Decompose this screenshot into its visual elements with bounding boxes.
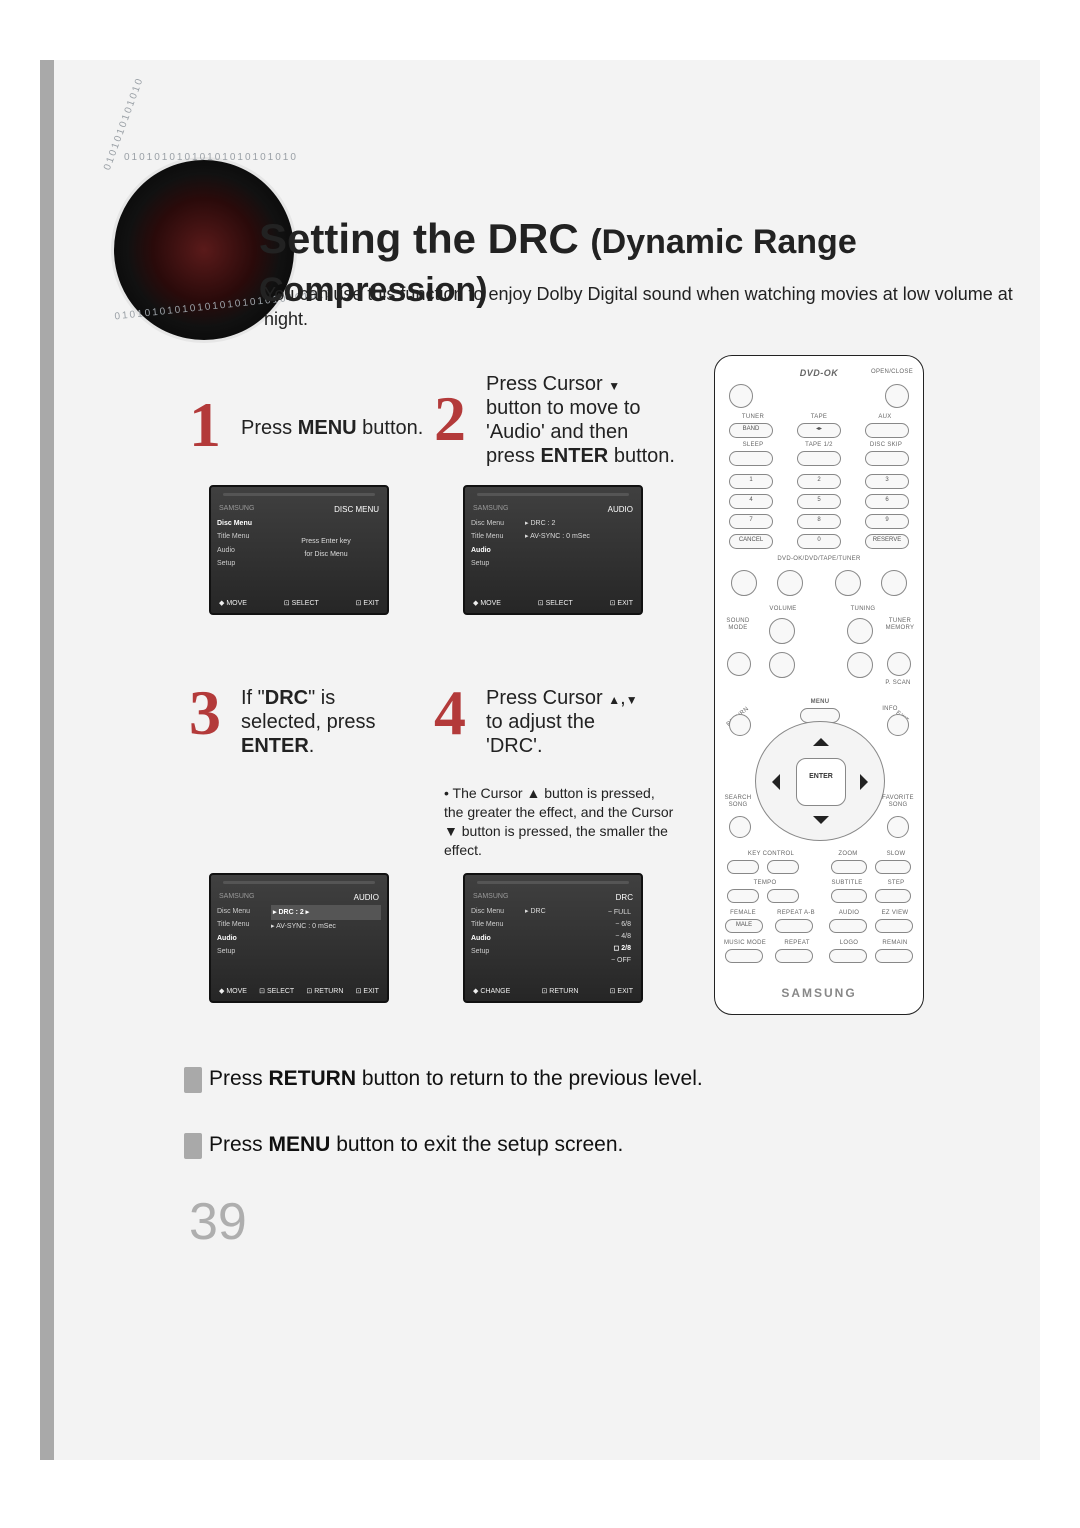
audio-button[interactable]	[829, 919, 867, 933]
step-number: 3	[189, 676, 221, 750]
favorite-song-button[interactable]	[887, 816, 909, 838]
transport-section-label: DVD-OK/DVD/TAPE/TUNER	[735, 556, 903, 562]
key-2[interactable]: 2	[797, 474, 841, 489]
repeat-button[interactable]	[775, 949, 813, 963]
next-button[interactable]	[881, 570, 907, 596]
repeat-ab-button[interactable]	[775, 919, 813, 933]
dpad-up[interactable]	[813, 730, 829, 746]
tip-marker	[184, 1133, 202, 1159]
tempo-minus-button[interactable]	[727, 889, 759, 903]
music-mode-button[interactable]	[725, 949, 763, 963]
prev-button[interactable]	[731, 570, 757, 596]
screen-disc-menu: SAMSUNG DISC MENU Disc Menu Title Menu A…	[209, 485, 389, 615]
open-close-label: OPEN/CLOSE	[871, 369, 913, 375]
tip-menu: Press MENU button to exit the setup scre…	[209, 1133, 623, 1157]
step-2-text: Press Cursor button to move to 'Audio' a…	[486, 372, 675, 468]
tip-return: Press RETURN button to return to the pre…	[209, 1067, 703, 1091]
remote-control: DVD-OK OPEN/CLOSE TUNER TAPE AUX BAND ◂▸…	[714, 355, 924, 1015]
cursor-down-icon	[626, 687, 638, 709]
tempo-plus-button[interactable]	[767, 889, 799, 903]
drc-scale: − FULL − 6/8 − 4/8 ◻ 2/8 − OFF	[608, 907, 631, 966]
slow-button[interactable]	[875, 860, 911, 874]
dpad-right[interactable]	[860, 774, 876, 790]
stop-button[interactable]	[777, 570, 803, 596]
key-sharp-button[interactable]	[767, 860, 799, 874]
enter-button[interactable]: ENTER	[796, 758, 846, 806]
screen-drc-adjust: SAMSUNG DRC Disc Menu Title Menu Audio S…	[463, 873, 643, 1003]
return-button[interactable]	[729, 714, 751, 736]
open-close-button[interactable]	[885, 384, 909, 408]
vol-down-button[interactable]	[769, 652, 795, 678]
tip-marker	[184, 1067, 202, 1093]
zoom-button[interactable]	[831, 860, 867, 874]
remain-button[interactable]	[875, 949, 913, 963]
subtitle-button[interactable]	[831, 889, 867, 903]
info-button[interactable]	[887, 714, 909, 736]
tune-up-button[interactable]	[847, 618, 873, 644]
aux-button[interactable]	[865, 423, 909, 438]
key-4[interactable]: 4	[729, 494, 773, 509]
key-flat-button[interactable]	[727, 860, 759, 874]
female-male-button[interactable]: MALE	[725, 919, 763, 933]
key-5[interactable]: 5	[797, 494, 841, 509]
screen-audio: SAMSUNG AUDIO Disc Menu Title Menu Audio…	[463, 485, 643, 615]
step-number: 4	[434, 676, 466, 750]
dpad: ENTER	[755, 721, 885, 841]
dpad-left[interactable]	[764, 774, 780, 790]
tune-down-button[interactable]	[847, 652, 873, 678]
tape12-button[interactable]	[797, 451, 841, 466]
logo-button[interactable]	[829, 949, 867, 963]
cancel-button[interactable]: CANCEL	[729, 534, 773, 549]
power-button[interactable]	[729, 384, 753, 408]
intro-text: You can use this function to enjoy Dolby…	[264, 282, 1040, 332]
key-8[interactable]: 8	[797, 514, 841, 529]
sleep-button[interactable]	[729, 451, 773, 466]
step-number: 2	[434, 382, 466, 456]
key-6[interactable]: 6	[865, 494, 909, 509]
tape-direction-button[interactable]: ◂▸	[797, 423, 841, 438]
play-pause-button[interactable]	[835, 570, 861, 596]
ezview-button[interactable]	[875, 919, 913, 933]
samsung-logo: SAMSUNG	[715, 986, 923, 1000]
key-0[interactable]: 0	[797, 534, 841, 549]
key-3[interactable]: 3	[865, 474, 909, 489]
step-4-note: • The Cursor ▲ button is pressed, the gr…	[444, 784, 674, 860]
vol-up-button[interactable]	[769, 618, 795, 644]
step-3-text: If "DRC" is selected, press ENTER.	[241, 686, 376, 758]
key-7[interactable]: 7	[729, 514, 773, 529]
tuner-band-button[interactable]: BAND	[729, 423, 773, 438]
key-1[interactable]: 1	[729, 474, 773, 489]
key-9[interactable]: 9	[865, 514, 909, 529]
step-number: 1	[189, 388, 221, 462]
step-1-text: Press MENU button.	[241, 416, 423, 440]
reserve-button[interactable]: RESERVE	[865, 534, 909, 549]
sound-mode-button[interactable]	[727, 652, 751, 676]
manual-page: 01010101010101010101010 0101010101010101…	[40, 60, 1040, 1460]
page-number: 39	[189, 1192, 247, 1252]
step-button[interactable]	[875, 889, 911, 903]
cursor-down-icon	[608, 373, 620, 395]
tuner-memory-button[interactable]	[887, 652, 911, 676]
cursor-up-icon	[608, 687, 620, 709]
step-4-text: Press Cursor , to adjust the 'DRC'.	[486, 686, 638, 758]
dpad-down[interactable]	[813, 816, 829, 832]
search-song-button[interactable]	[729, 816, 751, 838]
binary-deco: 01010101010101010101010	[124, 152, 298, 163]
disc-skip-button[interactable]	[865, 451, 909, 466]
title-main: Setting the DRC	[259, 215, 579, 262]
screen-drc-selected: SAMSUNG AUDIO Disc Menu Title Menu Audio…	[209, 873, 389, 1003]
